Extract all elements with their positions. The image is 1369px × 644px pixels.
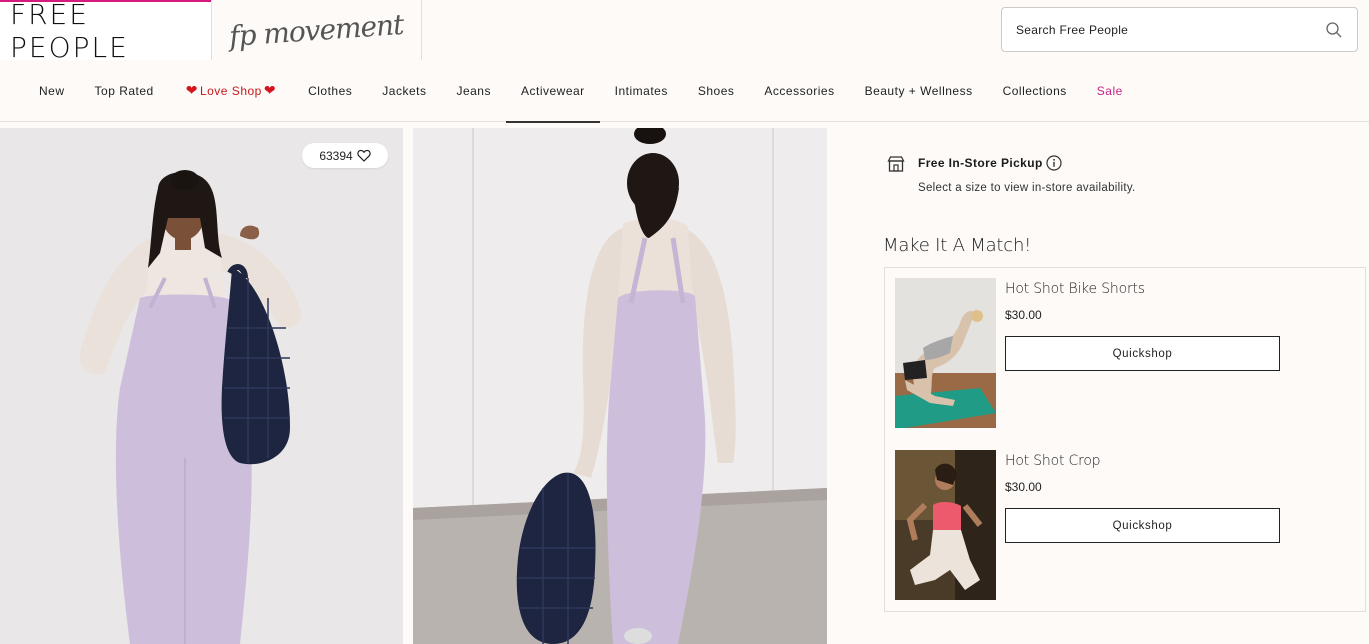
match-heading: Make It A Match! <box>883 235 1032 256</box>
favorite-button[interactable]: 63394 <box>302 143 388 168</box>
nav-label: New <box>39 83 65 98</box>
pickup-section: Free In-Store Pickup Select a size to vi… <box>887 154 1287 200</box>
brand-logo[interactable]: FREE PEOPLE <box>10 0 211 64</box>
nav-item-clothes[interactable]: Clothes <box>293 60 367 122</box>
nav-label: Shoes <box>697 83 735 98</box>
product-photo-back[interactable] <box>413 128 827 644</box>
heart-icon: ❤ <box>185 82 198 98</box>
heart-icon: ❤ <box>263 82 277 98</box>
nav-label: Collections <box>1002 83 1067 98</box>
nav-label: Top Rated <box>94 83 154 98</box>
search-input[interactable] <box>1016 22 1325 37</box>
product-price: $30.00 <box>1005 308 1042 322</box>
store-icon <box>887 156 905 172</box>
nav-label: Activewear <box>520 83 585 98</box>
info-icon[interactable] <box>1046 155 1062 171</box>
nav-label: Accessories <box>764 83 835 98</box>
nav-item-love-shop[interactable]: ❤ Love Shop ❤ <box>169 60 293 122</box>
site-header: FREE PEOPLE fp movement <box>0 0 1369 64</box>
nav-label: Beauty + Wellness <box>864 83 973 98</box>
nav-item-sale[interactable]: Sale <box>1082 60 1138 122</box>
match-product: Hot Shot Crop $30.00 Quickshop <box>895 450 1365 600</box>
heart-outline-icon <box>356 149 371 162</box>
nav-item-jackets[interactable]: Jackets <box>367 60 441 122</box>
movement-logo[interactable]: fp movement <box>228 7 404 52</box>
pickup-note: Select a size to view in-store availabil… <box>918 182 1136 194</box>
main-nav: New Top Rated ❤ Love Shop ❤ Clothes Jack… <box>0 60 1369 123</box>
product-thumbnail[interactable] <box>895 278 996 428</box>
search-icon[interactable] <box>1325 21 1343 39</box>
nav-item-new[interactable]: New <box>24 60 80 122</box>
nav-item-top-rated[interactable]: Top Rated <box>80 60 169 122</box>
nav-item-beauty-wellness[interactable]: Beauty + Wellness <box>850 60 988 122</box>
brand-tab[interactable]: FREE PEOPLE <box>0 0 211 64</box>
nav-label: Jackets <box>382 83 427 98</box>
product-photo-front[interactable] <box>0 128 403 644</box>
nav-item-shoes[interactable]: Shoes <box>683 60 750 122</box>
quickshop-button[interactable]: Quickshop <box>1005 508 1280 543</box>
product-name[interactable]: Hot Shot Crop <box>1005 453 1101 469</box>
nav-item-collections[interactable]: Collections <box>988 60 1082 122</box>
nav-item-intimates[interactable]: Intimates <box>600 60 683 122</box>
quickshop-button[interactable]: Quickshop <box>1005 336 1280 371</box>
pickup-title: Free In-Store Pickup <box>918 156 1043 170</box>
search-box[interactable] <box>1001 7 1358 52</box>
match-panel: Hot Shot Bike Shorts $30.00 Quickshop Ho… <box>884 267 1366 612</box>
product-name[interactable]: Hot Shot Bike Shorts <box>1005 281 1145 297</box>
favorites-count: 63394 <box>319 148 353 163</box>
nav-label: Love Shop <box>199 83 262 98</box>
nav-label: Clothes <box>308 83 353 98</box>
product-photo-front-art <box>0 128 403 644</box>
product-thumbnail[interactable] <box>895 450 996 600</box>
nav-label: Sale <box>1096 83 1123 98</box>
movement-tab[interactable]: fp movement <box>211 0 422 60</box>
nav-item-accessories[interactable]: Accessories <box>749 60 849 122</box>
product-photo-back-art <box>413 128 827 644</box>
nav-item-activewear[interactable]: Activewear <box>505 60 600 123</box>
match-product: Hot Shot Bike Shorts $30.00 Quickshop <box>895 278 1365 428</box>
product-price: $30.00 <box>1005 480 1042 494</box>
nav-label: Intimates <box>614 83 668 98</box>
nav-item-jeans[interactable]: Jeans <box>441 60 506 122</box>
nav-label: Jeans <box>456 83 491 98</box>
